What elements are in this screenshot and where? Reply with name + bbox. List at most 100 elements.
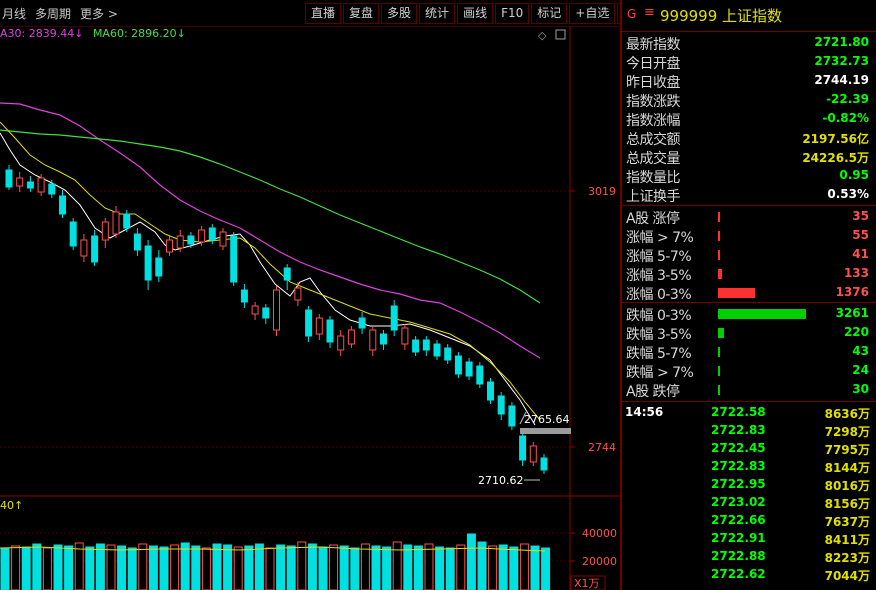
candle-body xyxy=(59,195,66,215)
volume-bar xyxy=(223,544,233,590)
quote-label: 指数涨幅 xyxy=(626,113,681,129)
kline-chart[interactable]: 3019 2744 40000 20000 X1万 ◇ 2765.64 2710… xyxy=(0,0,620,590)
tick-row: 2723.02 8156万 xyxy=(622,493,876,511)
volume-bar xyxy=(265,547,275,590)
distribution-label: 跌幅 0-3% xyxy=(626,308,692,324)
quote-label: 指数涨跌 xyxy=(626,94,681,110)
candle-body xyxy=(465,361,473,377)
volume-bar xyxy=(95,543,105,590)
distribution-label: 涨幅 3-5% xyxy=(626,268,692,284)
candle-body xyxy=(187,235,195,245)
tick-price: 2722.66 xyxy=(711,513,766,527)
candle-body xyxy=(101,221,109,241)
tick-price: 2722.88 xyxy=(711,549,766,563)
panel-header: G ≡ 999999 上证指数 xyxy=(622,4,876,26)
menu-icon[interactable]: ≡ xyxy=(644,5,655,20)
candle-body xyxy=(412,339,420,353)
distribution-label: 涨幅 0-3% xyxy=(626,287,692,303)
candle-body xyxy=(37,177,45,193)
tick-volume: 7298万 xyxy=(824,425,870,439)
tick-row: 2722.83 7298万 xyxy=(622,421,876,439)
distribution-row: 涨幅 > 7% 55 xyxy=(622,226,876,246)
distribution-row: 跌幅 3-5% 220 xyxy=(622,323,876,343)
quote-row: 昨日收盘 2744.19 xyxy=(622,71,876,91)
tick-volume: 7795万 xyxy=(824,443,870,457)
volume-bar xyxy=(456,544,466,590)
volume-axis-label-low: 20000 xyxy=(582,555,617,568)
distribution-count: 43 xyxy=(852,344,869,358)
quote-panel: G ≡ 999999 上证指数 最新指数 2721.80 今日开盘 2732.73 昨日… xyxy=(622,0,876,590)
g-label: G xyxy=(627,7,637,21)
candle-body xyxy=(133,233,141,251)
quote-row: 指数涨跌 -22.39 xyxy=(622,90,876,110)
distribution-label: 跌幅 5-7% xyxy=(626,346,692,362)
volume-bar xyxy=(212,543,222,590)
volume-bar xyxy=(350,547,360,590)
distribution-row: 涨幅 5-7% 41 xyxy=(622,245,876,265)
candle-body xyxy=(166,239,173,253)
volume-bar xyxy=(488,545,498,590)
candle-body xyxy=(80,239,88,257)
tick-volume: 8411万 xyxy=(824,533,870,547)
tick-price: 2722.45 xyxy=(711,441,766,455)
price-axis-label-high: 3019 xyxy=(588,185,616,198)
candle-body xyxy=(230,235,238,283)
price-axis-label-low: 2744 xyxy=(588,441,616,454)
volume-bar xyxy=(106,544,116,590)
distribution-label: A股 涨停 xyxy=(626,211,680,227)
candle-body xyxy=(26,181,34,189)
volume-bar xyxy=(148,545,158,590)
candle-body xyxy=(219,231,227,247)
candle-body xyxy=(144,245,152,281)
volume-unit-label: X1万 xyxy=(574,577,600,590)
candle-body xyxy=(347,329,355,345)
distribution-label: 跌幅 3-5% xyxy=(626,327,692,343)
distribution-bar xyxy=(718,288,755,298)
ma30-legend: A30: 2839.44↓ xyxy=(0,27,84,40)
volume-bar xyxy=(382,546,392,590)
max-price-annotation: 2765.64 xyxy=(524,413,570,426)
tick-volume: 8636万 xyxy=(824,407,870,421)
volume-bar xyxy=(329,544,339,590)
volume-bar xyxy=(233,546,243,590)
candle-body xyxy=(326,319,334,343)
volume-bar xyxy=(297,541,307,590)
candle-body xyxy=(369,329,377,351)
volume-bar xyxy=(339,545,349,590)
volume-bar xyxy=(85,546,95,590)
quote-label: 总成交量 xyxy=(626,151,681,167)
volume-bar xyxy=(360,543,370,590)
candle-body xyxy=(294,287,302,301)
quote-value: 2197.56亿 xyxy=(802,132,869,146)
quote-value: 0.53% xyxy=(827,187,869,201)
volume-bar xyxy=(138,543,148,590)
distribution-count: 24 xyxy=(852,363,869,377)
candle-body xyxy=(155,257,163,277)
volume-bar xyxy=(11,545,21,590)
distribution-count: 133 xyxy=(843,266,869,280)
ma60-legend: MA60: 2896.20↓ xyxy=(92,27,186,40)
volume-bar xyxy=(64,545,74,590)
volume-bar xyxy=(498,544,508,590)
candle-body xyxy=(519,435,527,461)
distribution-count: 30 xyxy=(852,382,869,396)
volume-bar xyxy=(170,544,180,590)
tick-row: 2722.58 8636万 xyxy=(622,403,876,421)
candle-body xyxy=(305,309,313,337)
candle-body xyxy=(444,347,452,361)
quote-row: 总成交额 2197.56亿 xyxy=(622,128,876,148)
tick-volume: 8223万 xyxy=(824,551,870,565)
candle-body xyxy=(358,317,366,329)
volume-bar xyxy=(477,541,487,590)
distribution-label: 涨幅 > 7% xyxy=(626,230,694,246)
ma30-line xyxy=(0,102,541,359)
distribution-count: 55 xyxy=(852,228,869,242)
quote-row: 最新指数 2721.80 xyxy=(622,33,876,53)
quote-value: 0.95 xyxy=(839,168,869,182)
quote-row: 总成交量 24226.5万 xyxy=(622,147,876,167)
quote-value: 2744.19 xyxy=(814,73,869,87)
tick-row: 2722.45 7795万 xyxy=(622,439,876,457)
volume-bar xyxy=(244,545,254,590)
quote-label: 最新指数 xyxy=(626,37,681,53)
volume-bar xyxy=(541,547,551,590)
